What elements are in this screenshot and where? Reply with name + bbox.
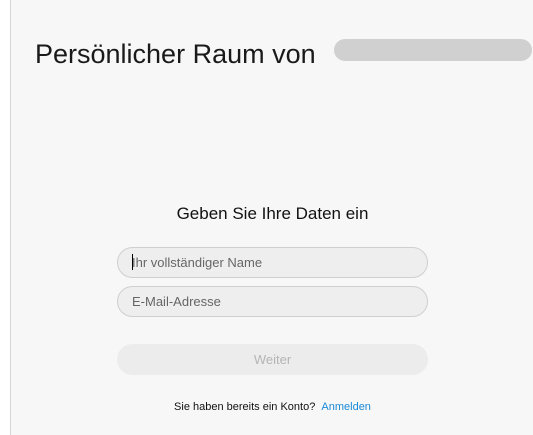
account-prompt-text: Sie haben bereits ein Konto? [174,401,316,413]
redacted-owner-name [334,39,532,61]
account-prompt-line: Sie haben bereits ein Konto? Anmelden [11,401,533,413]
text-cursor [132,254,133,270]
form-heading: Geben Sie Ihre Daten ein [176,204,369,223]
continue-button[interactable]: Weiter [117,344,428,375]
signin-link[interactable]: Anmelden [321,401,371,413]
full-name-input[interactable] [117,247,428,278]
email-input[interactable] [117,286,428,317]
join-room-panel: Persönlicher Raum von Geben Sie Ihre Dat… [10,0,533,435]
page-title: Persönlicher Raum von [35,39,316,69]
